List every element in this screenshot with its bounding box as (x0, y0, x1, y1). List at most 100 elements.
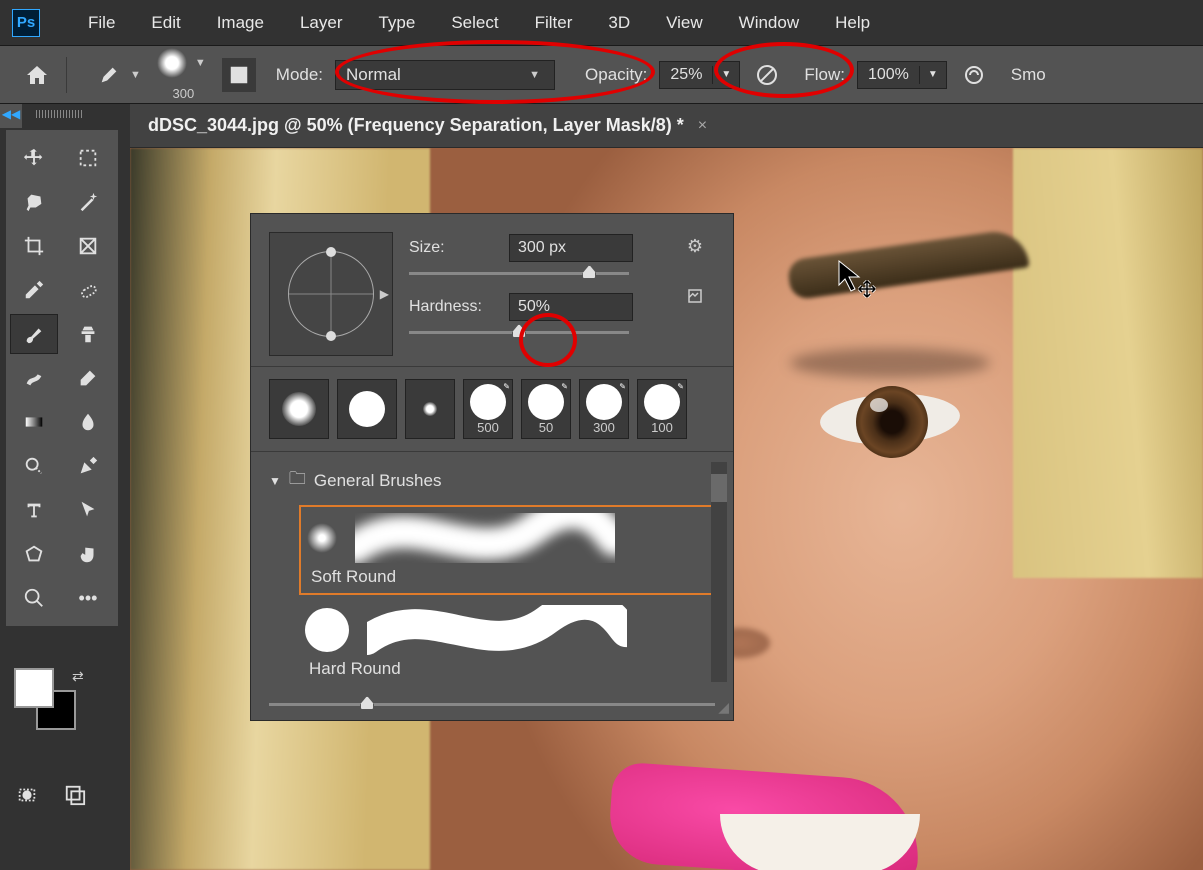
pressure-opacity-button[interactable] (752, 60, 782, 90)
chevron-down-icon: ▼ (191, 57, 210, 69)
eraser-tool[interactable] (64, 358, 112, 398)
flow-label: Flow: (804, 65, 845, 85)
brush-name: Hard Round (309, 659, 713, 679)
app-logo: Ps (12, 9, 40, 37)
blur-tool[interactable] (64, 402, 112, 442)
tool-preset-picker[interactable]: ▼ (98, 64, 145, 86)
recent-brush[interactable]: ✎500 (463, 379, 513, 439)
chevron-down-icon: ▼ (126, 69, 145, 81)
recent-brush[interactable] (269, 379, 329, 439)
folder-icon: 🗀 (289, 466, 306, 495)
chevron-down-icon[interactable]: ▼ (920, 69, 946, 80)
document-tab[interactable]: dDSC_3044.jpg @ 50% (Frequency Separatio… (130, 104, 1203, 148)
type-tool[interactable] (10, 490, 58, 530)
crop-tool[interactable] (10, 226, 58, 266)
menu-image[interactable]: Image (199, 13, 282, 33)
scrollbar[interactable] (711, 462, 727, 682)
move-tool[interactable] (10, 138, 58, 178)
menu-help[interactable]: Help (817, 13, 888, 33)
resize-grip[interactable]: ◢ (718, 699, 729, 716)
brush-hardness-input[interactable] (509, 293, 633, 321)
folder-label: General Brushes (314, 471, 442, 491)
magic-wand-tool[interactable] (64, 182, 112, 222)
marquee-tool[interactable] (64, 138, 112, 178)
brush-name: Soft Round (311, 567, 711, 587)
flow-value: 100% (858, 66, 920, 84)
menu-type[interactable]: Type (360, 13, 433, 33)
brush-size-input[interactable] (509, 234, 633, 262)
brush-preset-picker[interactable]: ▼ 300 (157, 48, 210, 101)
menu-edit[interactable]: Edit (133, 13, 198, 33)
brush-folder[interactable]: ▼ 🗀 General Brushes (265, 460, 719, 501)
shape-tool[interactable] (10, 534, 58, 574)
brush-preview-icon (157, 48, 187, 78)
color-swatches[interactable]: ⇄ (14, 668, 94, 748)
chevron-down-icon[interactable]: ▼ (713, 69, 739, 80)
eyedropper-tool[interactable] (10, 270, 58, 310)
blend-mode-select[interactable]: Normal ▼ (335, 60, 555, 90)
screen-mode-button[interactable] (58, 780, 92, 810)
close-tab-button[interactable]: × (698, 117, 707, 135)
brush-size-label: 300 (172, 86, 194, 101)
swap-colors-icon[interactable]: ⇄ (72, 668, 84, 685)
blend-mode-value: Normal (346, 65, 401, 85)
history-brush-tool[interactable] (10, 358, 58, 398)
brush-tip-icon (305, 608, 349, 652)
brush-list-item[interactable]: Hard Round (299, 599, 719, 685)
brush-settings-panel-button[interactable] (222, 58, 256, 92)
new-preset-icon[interactable] (686, 287, 704, 310)
menubar: Ps File Edit Image Layer Type Select Fil… (0, 0, 1203, 46)
menu-select[interactable]: Select (433, 13, 516, 33)
recent-brush[interactable]: ✎300 (579, 379, 629, 439)
frame-tool[interactable] (64, 226, 112, 266)
smoothing-label: Smo (1011, 65, 1046, 85)
path-selection-tool[interactable] (64, 490, 112, 530)
quick-mask-button[interactable] (10, 780, 44, 810)
opacity-input[interactable]: 25% ▼ (659, 61, 740, 89)
brush-list-item[interactable]: Soft Round (299, 505, 719, 595)
menu-file[interactable]: File (70, 13, 133, 33)
dodge-tool[interactable] (10, 446, 58, 486)
gear-icon[interactable]: ⚙ (687, 236, 703, 257)
collapse-panels-button[interactable]: ◀◀ (0, 104, 22, 128)
clone-stamp-tool[interactable] (64, 314, 112, 354)
menu-view[interactable]: View (648, 13, 721, 33)
brush-tool[interactable] (10, 314, 58, 354)
more-tools[interactable]: ••• (64, 578, 112, 618)
home-button[interactable] (20, 58, 54, 92)
tools-panel: ••• (6, 130, 118, 626)
mode-label: Mode: (276, 65, 323, 85)
recent-brushes-row: ✎500 ✎50 ✎300 ✎100 (251, 367, 733, 452)
foreground-color-swatch[interactable] (14, 668, 54, 708)
recent-brush[interactable] (405, 379, 455, 439)
size-label: Size: (409, 239, 499, 257)
options-bar: ▼ ▼ 300 Mode: Normal ▼ Opacity: 25% ▼ Fl… (0, 46, 1203, 104)
brush-preset-popup: ▶ Size: Hardness: ⚙ ✎500 ✎50 ✎300 ✎100 (250, 213, 734, 721)
opacity-value: 25% (660, 66, 713, 84)
pen-tool[interactable] (64, 446, 112, 486)
brush-tip-icon (307, 523, 337, 553)
brush-hardness-slider[interactable] (409, 331, 629, 334)
healing-brush-tool[interactable] (64, 270, 112, 310)
recent-brush[interactable] (337, 379, 397, 439)
gradient-tool[interactable] (10, 402, 58, 442)
hand-tool[interactable] (64, 534, 112, 574)
lasso-tool[interactable] (10, 182, 58, 222)
menu-window[interactable]: Window (721, 13, 817, 33)
flow-input[interactable]: 100% ▼ (857, 61, 947, 89)
airbrush-button[interactable] (959, 60, 989, 90)
hardness-label: Hardness: (409, 298, 499, 316)
menu-filter[interactable]: Filter (517, 13, 591, 33)
panel-grip[interactable] (36, 110, 84, 118)
recent-brush[interactable]: ✎50 (521, 379, 571, 439)
brush-tip-angle-control[interactable]: ▶ (269, 232, 393, 356)
menu-layer[interactable]: Layer (282, 13, 361, 33)
document-title: dDSC_3044.jpg @ 50% (Frequency Separatio… (148, 115, 684, 136)
opacity-label: Opacity: (585, 65, 647, 85)
menu-3d[interactable]: 3D (590, 13, 648, 33)
recent-brush[interactable]: ✎100 (637, 379, 687, 439)
zoom-tool[interactable] (10, 578, 58, 618)
thumbnail-size-slider[interactable] (269, 703, 715, 706)
brush-size-slider[interactable] (409, 272, 629, 275)
brush-list: ▼ 🗀 General Brushes Soft Round Hard Roun… (251, 452, 733, 697)
